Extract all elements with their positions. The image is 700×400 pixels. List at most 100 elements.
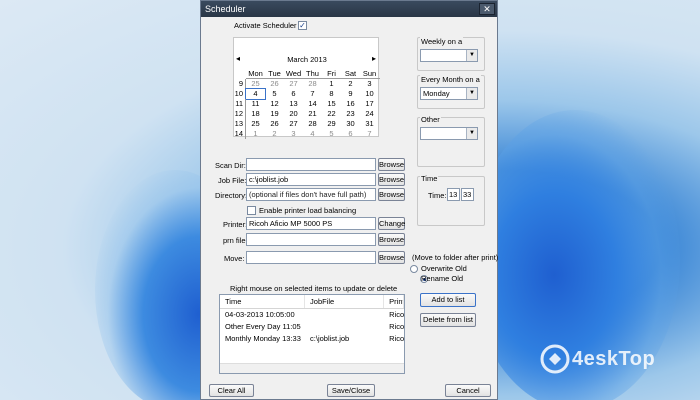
other-group bbox=[417, 117, 485, 167]
printer-input[interactable]: Ricoh Aficio MP 5000 PS bbox=[246, 217, 376, 230]
job-file-input[interactable]: c:\joblist.job bbox=[246, 173, 376, 186]
calendar-day[interactable]: 6 bbox=[284, 89, 303, 99]
time-group-label: Time bbox=[420, 174, 439, 183]
list-item[interactable]: 04-03-2013 10:05:00 Ricoh bbox=[220, 309, 404, 321]
time-minute-input[interactable]: 33 bbox=[461, 188, 474, 201]
schedule-list[interactable]: Time JobFile Printe 04-03-2013 10:05:00 … bbox=[219, 294, 405, 374]
calendar-day[interactable]: 30 bbox=[341, 119, 360, 129]
calendar-day[interactable]: 24 bbox=[360, 109, 379, 119]
cell-printer: Ricoh bbox=[389, 334, 404, 343]
title-bar: Scheduler ✕ bbox=[201, 1, 497, 17]
calendar-week-row: 9 25 26 27 28 1 2 3 bbox=[234, 79, 380, 89]
clear-all-button[interactable]: Clear All bbox=[209, 384, 254, 397]
other-select[interactable]: ▼ bbox=[420, 127, 478, 140]
calendar-day[interactable]: 7 bbox=[303, 89, 322, 99]
horizontal-scrollbar[interactable] bbox=[220, 363, 404, 373]
calendar-day[interactable]: 26 bbox=[265, 79, 284, 89]
calendar-day[interactable]: 3 bbox=[360, 79, 379, 89]
scan-dir-input[interactable] bbox=[246, 158, 376, 171]
weekday-label: Sat bbox=[344, 69, 357, 78]
calendar-day[interactable]: 17 bbox=[360, 99, 379, 109]
column-header-printer[interactable]: Printe bbox=[384, 295, 404, 308]
calendar-day[interactable]: 15 bbox=[322, 99, 341, 109]
directory-browse-button[interactable]: Browse bbox=[378, 188, 405, 201]
calendar-day[interactable]: 28 bbox=[303, 79, 322, 89]
calendar-day[interactable]: 8 bbox=[322, 89, 341, 99]
calendar-day[interactable]: 12 bbox=[265, 99, 284, 109]
cell-jobfile: c:\joblist.job bbox=[310, 334, 350, 343]
scan-dir-browse-button[interactable]: Browse bbox=[378, 158, 405, 171]
cell-time: 04-03-2013 10:05:00 bbox=[225, 310, 295, 319]
time-hour-input[interactable]: 13 bbox=[447, 188, 460, 201]
calendar-day[interactable]: 14 bbox=[303, 99, 322, 109]
prn-file-input[interactable] bbox=[246, 233, 376, 246]
load-balancing-label: Enable printer load balancing bbox=[259, 206, 357, 215]
delete-from-list-button[interactable]: Delete from list bbox=[420, 313, 476, 327]
calendar-day[interactable]: 3 bbox=[284, 129, 303, 139]
list-item[interactable]: Other Every Day 11:05 Ricoh bbox=[220, 321, 404, 333]
job-file-label: Job File: bbox=[218, 176, 247, 185]
scheduler-window: Scheduler ✕ Activate Scheduler ✓ ◂ March… bbox=[200, 0, 498, 400]
add-to-list-button[interactable]: Add to list bbox=[420, 293, 476, 307]
calendar-day[interactable]: 29 bbox=[322, 119, 341, 129]
calendar-next-icon[interactable]: ▸ bbox=[372, 54, 376, 63]
calendar-day[interactable]: 2 bbox=[265, 129, 284, 139]
calendar-day[interactable]: 28 bbox=[303, 119, 322, 129]
calendar-week-row: 13 25 26 27 28 29 30 31 bbox=[234, 119, 380, 129]
calendar-day[interactable]: 19 bbox=[265, 109, 284, 119]
column-header-jobfile[interactable]: JobFile bbox=[305, 295, 385, 308]
printer-change-button[interactable]: Change bbox=[378, 217, 405, 230]
monthly-select[interactable]: Monday ▼ bbox=[420, 87, 478, 100]
calendar-day[interactable]: 31 bbox=[360, 119, 379, 129]
directory-input[interactable]: (optional if files don't have full path) bbox=[246, 188, 376, 201]
week-number: 13 bbox=[234, 119, 246, 129]
month-calendar[interactable]: ◂ March 2013 ▸ Mon Tue Wed Thu Fri Sat S… bbox=[233, 37, 380, 139]
calendar-day[interactable]: 13 bbox=[284, 99, 303, 109]
calendar-day[interactable]: 18 bbox=[246, 109, 265, 119]
calendar-day[interactable]: 27 bbox=[284, 79, 303, 89]
cancel-button[interactable]: Cancel bbox=[445, 384, 491, 397]
calendar-day[interactable]: 25 bbox=[246, 79, 265, 89]
calendar-day[interactable]: 2 bbox=[341, 79, 360, 89]
calendar-day[interactable]: 7 bbox=[360, 129, 379, 139]
calendar-day[interactable]: 4 bbox=[303, 129, 322, 139]
column-header-time[interactable]: Time bbox=[220, 295, 306, 308]
activate-scheduler-label: Activate Scheduler bbox=[234, 21, 297, 30]
save-close-button[interactable]: Save/Close bbox=[327, 384, 375, 397]
calendar-day[interactable]: 20 bbox=[284, 109, 303, 119]
job-file-browse-button[interactable]: Browse bbox=[378, 173, 405, 186]
weekday-label: Tue bbox=[268, 69, 281, 78]
chevron-down-icon: ▼ bbox=[466, 88, 477, 99]
monthly-label: Every Month on a bbox=[420, 75, 481, 84]
calendar-week-row: 10 4 5 6 7 8 9 10 bbox=[234, 88, 380, 100]
move-input[interactable] bbox=[246, 251, 376, 264]
calendar-day[interactable]: 22 bbox=[322, 109, 341, 119]
calendar-day[interactable]: 10 bbox=[360, 89, 379, 99]
watermark-text: 4eskTop bbox=[572, 348, 656, 370]
calendar-day[interactable]: 11 bbox=[246, 99, 265, 109]
calendar-day[interactable]: 23 bbox=[341, 109, 360, 119]
calendar-day[interactable]: 25 bbox=[246, 119, 265, 129]
calendar-day[interactable]: 6 bbox=[341, 129, 360, 139]
prn-file-browse-button[interactable]: Browse bbox=[378, 233, 405, 246]
calendar-day[interactable]: 5 bbox=[322, 129, 341, 139]
scan-dir-label: Scan Dir: bbox=[215, 161, 246, 170]
calendar-day[interactable]: 26 bbox=[265, 119, 284, 129]
time-label: Time: bbox=[428, 191, 447, 200]
weekly-select[interactable]: ▼ bbox=[420, 49, 478, 62]
calendar-day[interactable]: 27 bbox=[284, 119, 303, 129]
move-browse-button[interactable]: Browse bbox=[378, 251, 405, 264]
calendar-day[interactable]: 5 bbox=[265, 89, 284, 99]
calendar-day[interactable]: 21 bbox=[303, 109, 322, 119]
load-balancing-checkbox[interactable] bbox=[247, 206, 256, 215]
close-button[interactable]: ✕ bbox=[479, 3, 495, 15]
activate-scheduler-checkbox[interactable]: ✓ bbox=[298, 21, 307, 30]
calendar-day[interactable]: 9 bbox=[341, 89, 360, 99]
list-item[interactable]: Monthly Monday 13:33 c:\joblist.job Rico… bbox=[220, 333, 404, 345]
overwrite-old-radio[interactable] bbox=[410, 264, 418, 273]
calendar-day[interactable]: 16 bbox=[341, 99, 360, 109]
overwrite-old-label: Overwrite Old bbox=[421, 264, 467, 273]
calendar-day[interactable]: 1 bbox=[246, 129, 265, 139]
calendar-day[interactable]: 1 bbox=[322, 79, 341, 89]
calendar-day[interactable]: 4 bbox=[245, 88, 266, 100]
